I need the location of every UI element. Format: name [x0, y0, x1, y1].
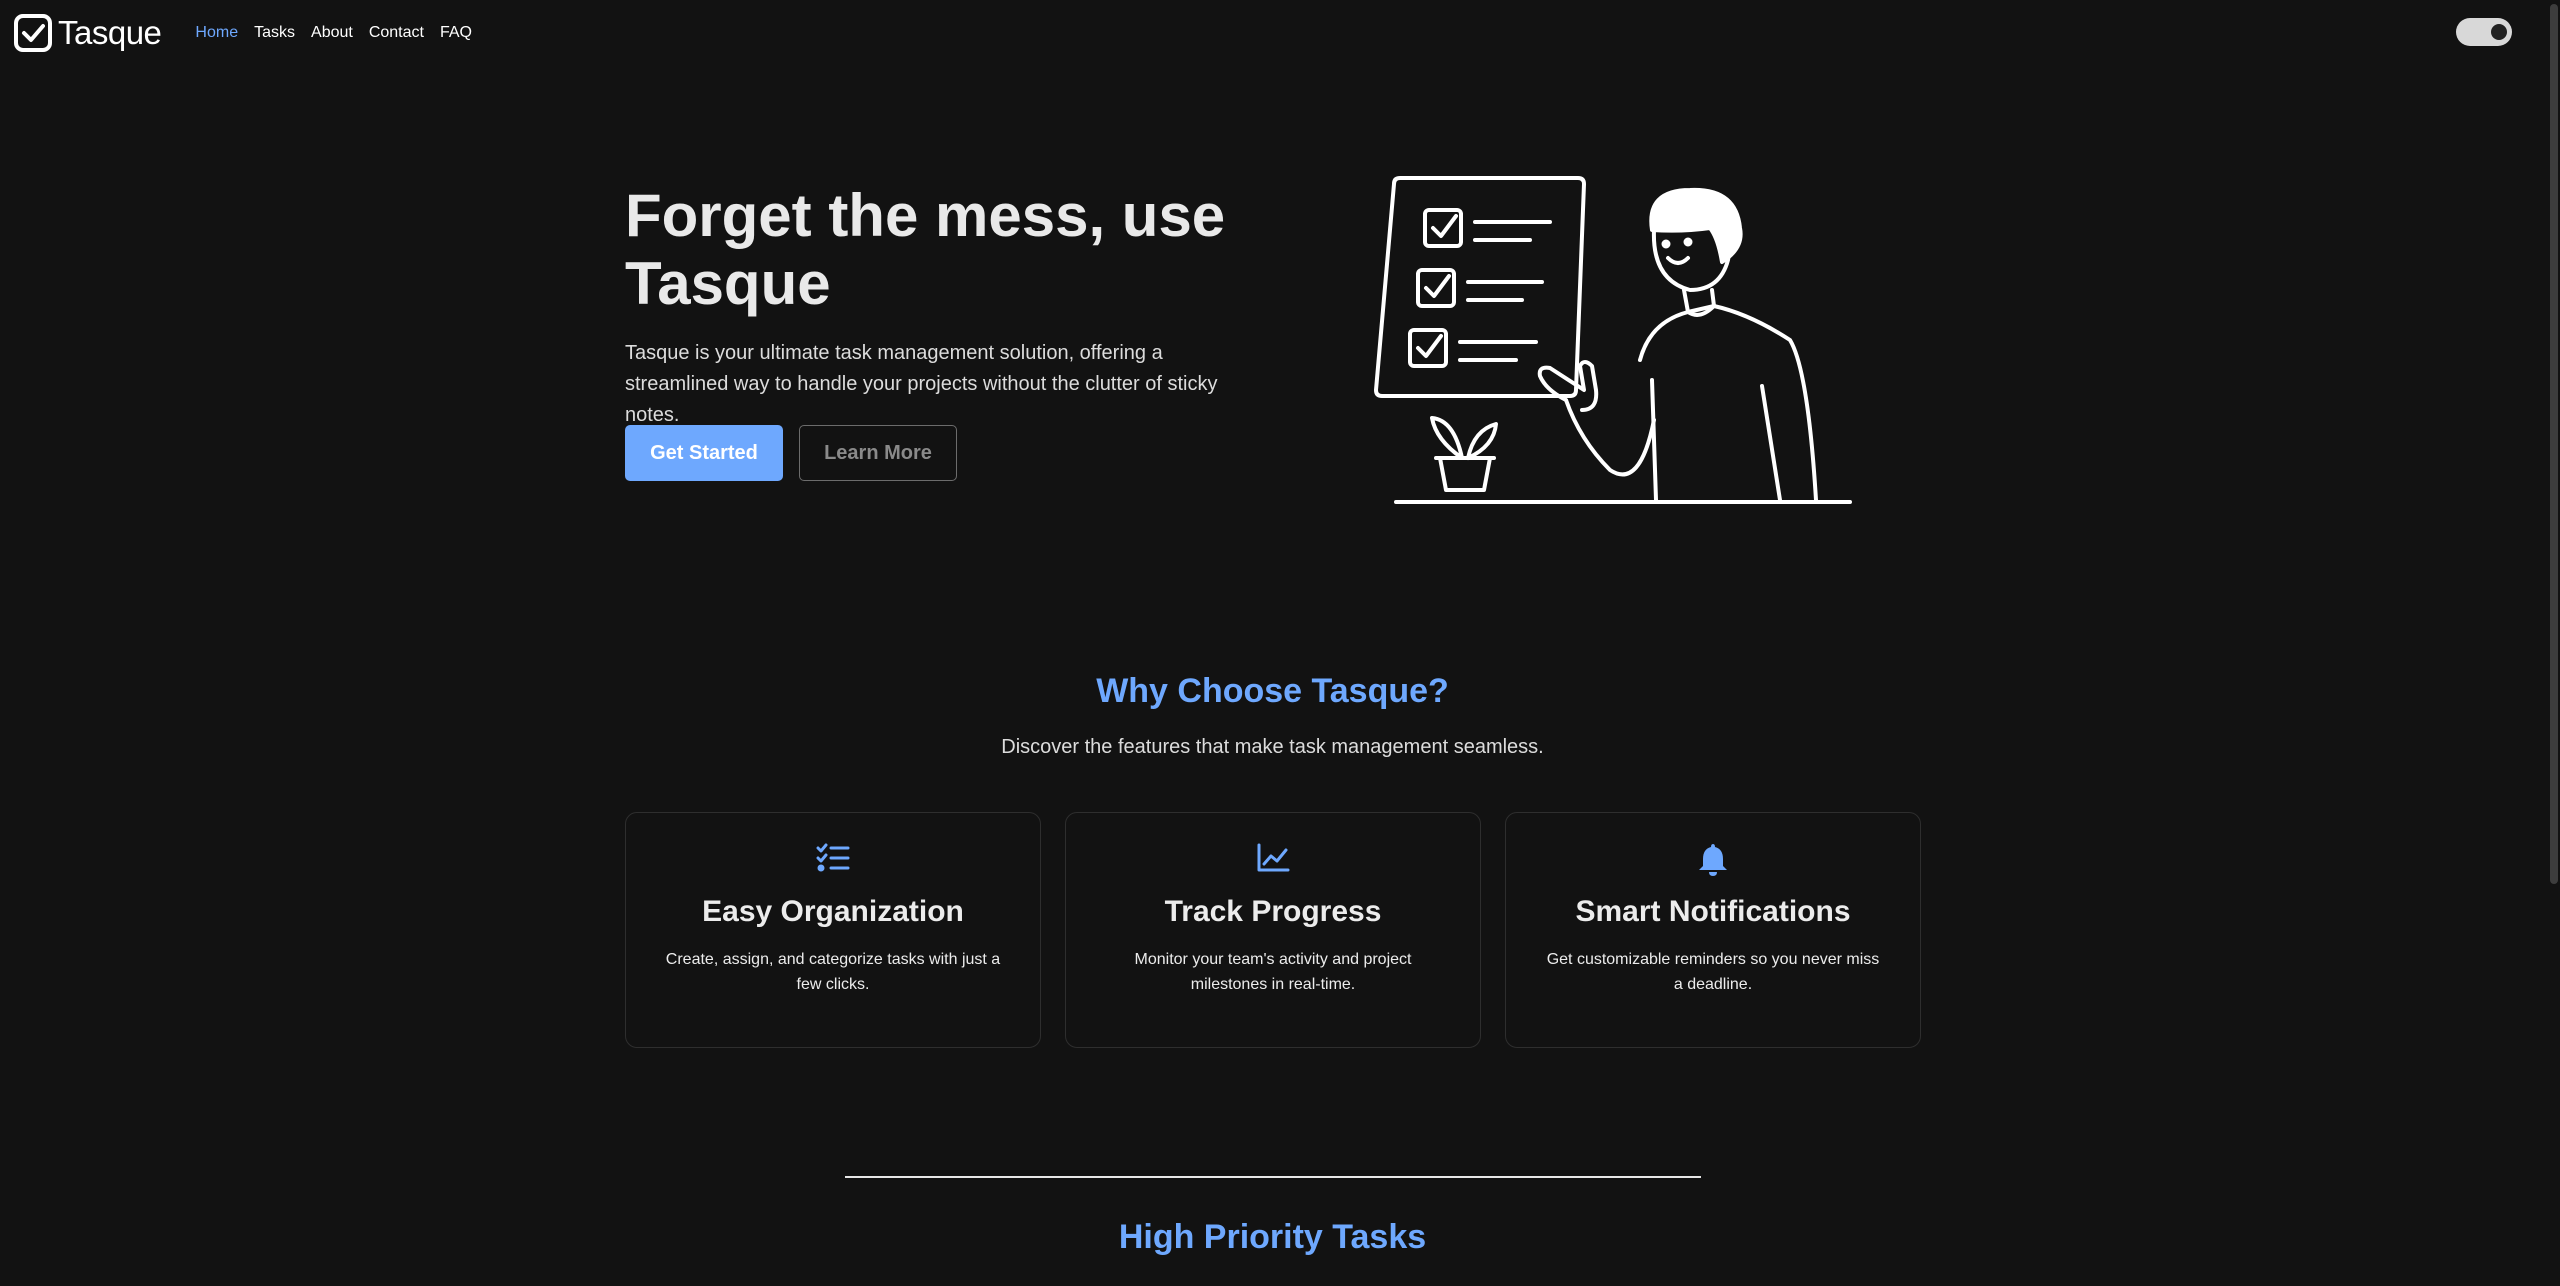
- nav-link-contact[interactable]: Contact: [369, 24, 424, 42]
- feature-text: Monitor your team's activity and project…: [1134, 951, 1412, 993]
- nav-link-about[interactable]: About: [311, 24, 353, 42]
- feature-title: Easy Organization: [702, 895, 964, 928]
- feature-text: Create, assign, and categorize tasks wit…: [665, 951, 1001, 993]
- hero-title: Forget the mess, use Tasque: [625, 182, 1226, 317]
- feature-title: Smart Notifications: [1575, 895, 1851, 928]
- nav-link-tasks[interactable]: Tasks: [254, 24, 295, 42]
- feature-title: Track Progress: [1164, 895, 1382, 928]
- toggle-knob: [2491, 24, 2507, 40]
- scrollbar-thumb[interactable]: [2550, 4, 2558, 884]
- brand-name: Tasque: [58, 14, 162, 51]
- theme-toggle[interactable]: [2456, 18, 2512, 46]
- scrollbar[interactable]: [2548, 0, 2560, 1286]
- hero-description: Tasque is your ultimate task management …: [625, 342, 1218, 426]
- list-check-icon: [626, 843, 1040, 877]
- feature-card-organization: Easy Organization Create, assign, and ca…: [625, 812, 1041, 1048]
- nav-link-faq[interactable]: FAQ: [440, 24, 472, 42]
- logo-check-icon: [14, 14, 52, 52]
- navbar: Tasque Home Tasks About Contact FAQ: [0, 0, 2540, 66]
- feature-card-notifications: Smart Notifications Get customizable rem…: [1505, 812, 1921, 1048]
- feature-text: Get customizable reminders so you never …: [1546, 951, 1880, 993]
- hero-illustration: [1370, 170, 1860, 510]
- page: Tasque Home Tasks About Contact FAQ Forg…: [0, 0, 2560, 1286]
- features-title: Why Choose Tasque?: [1096, 672, 1449, 710]
- chart-line-icon: [1066, 843, 1480, 877]
- get-started-button[interactable]: Get Started: [625, 425, 783, 481]
- section-divider: [845, 1176, 1701, 1178]
- nav-link-home[interactable]: Home: [195, 24, 238, 42]
- brand[interactable]: Tasque: [14, 14, 162, 52]
- nav-links: Home Tasks About Contact FAQ: [195, 24, 472, 42]
- priority-title: High Priority Tasks: [1118, 1218, 1427, 1256]
- bell-icon: [1506, 843, 1920, 877]
- features-subtitle: Discover the features that make task man…: [1001, 736, 1544, 758]
- learn-more-button[interactable]: Learn More: [799, 425, 957, 481]
- feature-card-progress: Track Progress Monitor your team's activ…: [1065, 812, 1481, 1048]
